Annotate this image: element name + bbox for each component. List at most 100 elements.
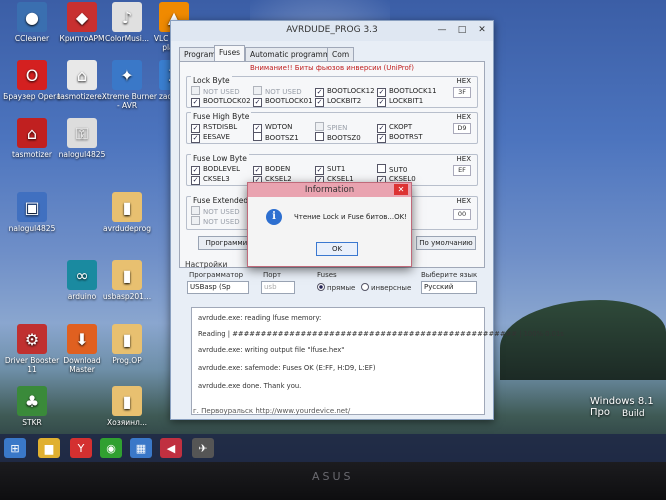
port-label: Порт bbox=[263, 271, 282, 279]
fuse-checkbox[interactable]: SUT0 bbox=[377, 164, 407, 174]
desktop-icon[interactable]: ▮ Prog.OP bbox=[95, 324, 159, 365]
lock-hex-label: HEX bbox=[456, 77, 471, 85]
checked-box-icon: ✓ bbox=[253, 98, 262, 107]
fuse-checkbox[interactable]: ✓ BOOTLOCK01 bbox=[253, 96, 313, 107]
fuse-checkbox[interactable]: ✓ BOOTLOCK12 bbox=[315, 86, 375, 97]
port-select[interactable]: usb bbox=[261, 281, 295, 294]
fuse-checkbox-label: NOT USED bbox=[203, 218, 240, 226]
desktop-icon-label: nalogul4825 bbox=[58, 150, 106, 159]
fuse-checkbox-label: BODLEVEL bbox=[203, 165, 241, 173]
desktop-icon-glyph: ● bbox=[17, 2, 47, 32]
fuse-checkbox-label: BOOTLOCK01 bbox=[265, 97, 313, 105]
desktop-icon[interactable]: ⚿ nalogul4825 bbox=[50, 118, 114, 159]
window-titlebar[interactable]: AVRDUDE_PROG 3.3 — □ ✕ bbox=[171, 21, 493, 41]
taskbar-app-icon[interactable]: ◀ bbox=[160, 438, 182, 458]
desktop-icon-label: Хозяинл... bbox=[107, 418, 147, 427]
desktop-icon[interactable]: ▮ avrdudeprog bbox=[95, 192, 159, 233]
desktop-icon[interactable]: ♣ STKR bbox=[0, 386, 64, 427]
fuse-checkbox-label: BOOTLOCK12 bbox=[327, 87, 375, 95]
fuse-checkbox[interactable]: ✓ EESAVE bbox=[191, 132, 230, 143]
info-icon: i bbox=[266, 209, 282, 225]
language-select[interactable]: Русский bbox=[421, 281, 477, 294]
fuse-checkbox-label: LOCKBIT1 bbox=[389, 97, 424, 105]
checked-box-icon: ✓ bbox=[191, 98, 200, 107]
fuse-checkbox-label: SUT1 bbox=[327, 165, 346, 173]
programmer-label: Программатор bbox=[189, 271, 244, 279]
desktop-icon[interactable]: ▮ usbasp201... bbox=[95, 260, 159, 301]
low-hex-value[interactable]: EF bbox=[453, 165, 471, 176]
fuse-checkbox[interactable]: ✓ CKSEL3 bbox=[191, 174, 230, 185]
unchecked-box-icon bbox=[315, 132, 324, 141]
fuse-checkbox[interactable]: ✓ BOOTLOCK11 bbox=[377, 86, 437, 97]
footer-link[interactable]: г. Первоуральск http://www.yourdevice.ne… bbox=[193, 407, 350, 415]
desktop-icon[interactable]: ▮ Хозяинл... bbox=[95, 386, 159, 427]
fuse-checkbox[interactable]: ✓ LOCKBIT2 bbox=[315, 96, 361, 107]
radio-direct-label: прямые bbox=[327, 284, 356, 292]
desktop-icon-glyph: ▮ bbox=[112, 386, 142, 416]
desktop-icon-glyph: ⌂ bbox=[67, 60, 97, 90]
desktop-icon-glyph: ∞ bbox=[67, 260, 97, 290]
fuse-checkbox: NOT USED bbox=[253, 86, 302, 96]
tab-com[interactable]: Com bbox=[327, 47, 355, 61]
high-hex-value[interactable]: D9 bbox=[453, 123, 471, 134]
minimize-button[interactable]: — bbox=[433, 23, 451, 37]
fuse-checkbox[interactable]: ✓ WDTON bbox=[253, 122, 292, 133]
fuses-mode-label: Fuses bbox=[317, 271, 337, 279]
dialog-title: Information bbox=[304, 185, 355, 195]
maximize-button[interactable]: □ bbox=[453, 23, 471, 37]
ext-hex-label: HEX bbox=[456, 197, 471, 205]
fuse-checkbox[interactable]: ✓ CKOPT bbox=[377, 122, 412, 133]
desktop-icon[interactable]: ▣ nalogul4825 bbox=[0, 192, 64, 233]
dialog-ok-button[interactable]: OK bbox=[316, 242, 358, 256]
programmer-select[interactable]: USBasp (Sp bbox=[187, 281, 249, 294]
output-log[interactable]: avrdude.exe: reading lfuse memory: Readi… bbox=[191, 307, 564, 415]
fuse-checkbox[interactable]: BOOTSZ0 bbox=[315, 132, 361, 142]
fuse-checkbox[interactable]: ✓ SUT1 bbox=[315, 164, 346, 175]
desktop-icon-glyph: ✦ bbox=[112, 60, 142, 90]
dialog-titlebar[interactable]: Information ✕ bbox=[248, 183, 411, 197]
desktop-icon-glyph: ▮ bbox=[112, 192, 142, 222]
fuse-checkbox[interactable]: ✓ BOOTRST bbox=[377, 132, 423, 143]
fuse-checkbox-label: BODEN bbox=[265, 165, 291, 173]
log-line: avrdude.exe: reading lfuse memory: bbox=[198, 314, 322, 322]
fuse-checkbox-label: NOT USED bbox=[203, 88, 240, 96]
fuse-checkbox[interactable]: BOOTSZ1 bbox=[253, 132, 299, 142]
desktop-icon-label: avrdudeprog bbox=[103, 224, 151, 233]
default-fuses-button[interactable]: По умолчанию bbox=[416, 236, 476, 250]
taskbar-start-icon[interactable]: ⊞ bbox=[4, 438, 26, 458]
fuse-low-label: Fuse Low Byte bbox=[191, 154, 249, 163]
fuse-checkbox: SPIEN bbox=[315, 122, 347, 132]
taskbar-avrdude-icon[interactable]: ✈ bbox=[192, 438, 214, 458]
desktop-icon-glyph: ◆ bbox=[67, 2, 97, 32]
checked-box-icon: ✓ bbox=[315, 98, 324, 107]
language-label: Выберите язык bbox=[421, 271, 478, 279]
taskbar-explorer-icon[interactable]: ▆ bbox=[38, 438, 60, 458]
unchecked-box-icon bbox=[253, 132, 262, 141]
log-line: Reading | ##############################… bbox=[198, 330, 564, 338]
ext-hex-value[interactable]: 00 bbox=[453, 209, 471, 220]
unchecked-box-icon bbox=[253, 86, 262, 95]
fuse-checkbox-label: NOT USED bbox=[203, 208, 240, 216]
lock-hex-value[interactable]: 3F bbox=[453, 87, 471, 98]
fuse-checkbox[interactable]: ✓ BODEN bbox=[253, 164, 291, 175]
taskbar-chrome-icon[interactable]: ◉ bbox=[100, 438, 122, 458]
dialog-close-button[interactable]: ✕ bbox=[394, 184, 408, 195]
wallpaper-island bbox=[500, 300, 666, 380]
radio-inverse[interactable]: инверсные bbox=[361, 283, 411, 292]
fuse-checkbox-label: BOOTLOCK11 bbox=[389, 87, 437, 95]
checked-box-icon: ✓ bbox=[191, 176, 200, 185]
fuse-checkbox[interactable]: ✓ RSTDISBL bbox=[191, 122, 237, 133]
fuse-checkbox: NOT USED bbox=[191, 86, 240, 96]
fuse-checkbox[interactable]: ✓ BODLEVEL bbox=[191, 164, 241, 175]
radio-inverse-dot bbox=[361, 283, 369, 291]
tab-fuses[interactable]: Fuses bbox=[214, 45, 246, 61]
radio-direct[interactable]: прямые bbox=[317, 283, 355, 292]
fuse-checkbox[interactable]: ✓ BOOTLOCK02 bbox=[191, 96, 251, 107]
taskbar-yandex-icon[interactable]: Y bbox=[70, 438, 92, 458]
close-button[interactable]: ✕ bbox=[473, 23, 491, 37]
unchecked-box-icon bbox=[191, 216, 200, 225]
taskbar-store-icon[interactable]: ▦ bbox=[130, 438, 152, 458]
desktop-icon-glyph: ⌂ bbox=[17, 118, 47, 148]
fuse-checkbox[interactable]: ✓ LOCKBIT1 bbox=[377, 96, 424, 107]
fuse-checkbox-label: NOT USED bbox=[265, 88, 302, 96]
